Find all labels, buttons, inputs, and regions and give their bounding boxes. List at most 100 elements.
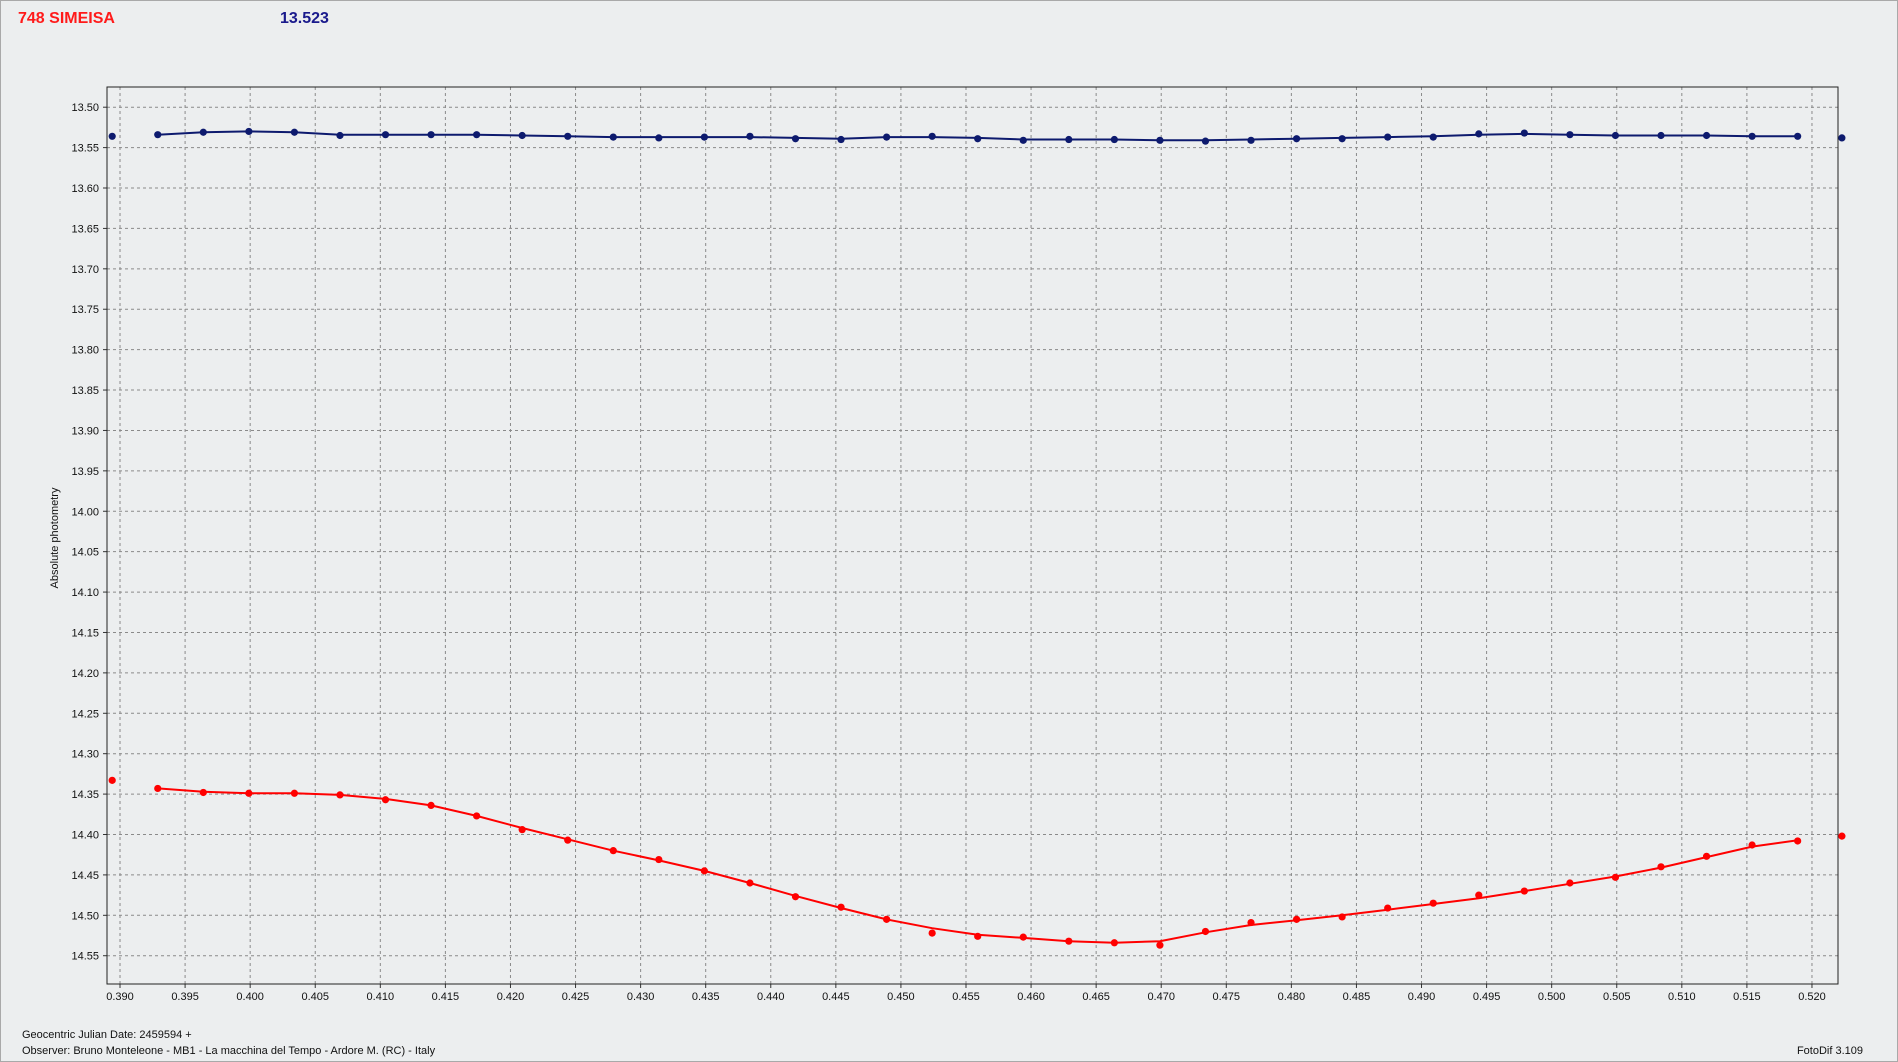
series-1-point (1794, 837, 1802, 845)
x-tick-label: 0.475 (1213, 991, 1241, 1003)
series-0-point (1156, 136, 1164, 144)
julian-date-label: Geocentric Julian Date: 2459594 + (22, 1029, 192, 1041)
x-tick-label: 0.415 (432, 991, 460, 1003)
x-tick-label: 0.480 (1278, 991, 1306, 1003)
light-curve-chart: 13.50 13.55 13.60 13.65 13.70 13.75 13.80 13.85… (49, 86, 1846, 1003)
x-tick-label: 0.395 (171, 991, 199, 1003)
series-0-point (791, 135, 800, 143)
plot-area (107, 87, 1838, 984)
x-tick-label: 0.400 (236, 991, 264, 1003)
series-0-point (1657, 131, 1665, 140)
series-0-point (290, 128, 299, 136)
series-1-point (1475, 891, 1483, 899)
series-1-point (1065, 937, 1073, 945)
y-tick-label: 14.50 (71, 910, 99, 922)
series-0-point (928, 132, 936, 140)
series-0-point (245, 127, 253, 136)
series-0-point (518, 131, 526, 140)
series-0-point (1702, 131, 1711, 140)
y-tick-label: 13.50 (71, 102, 99, 114)
series-1-point (609, 847, 617, 855)
y-tick-label: 13.70 (71, 264, 99, 276)
series-1-point (290, 789, 299, 797)
series-1-point (1520, 887, 1528, 895)
x-tick-label: 0.495 (1473, 991, 1501, 1003)
series-0-point (974, 135, 982, 143)
x-tick-label: 0.390 (106, 991, 134, 1003)
x-tick-label: 0.490 (1408, 991, 1436, 1003)
series-1-point (746, 879, 754, 887)
series-0-point (1475, 130, 1483, 138)
series-1-point (427, 801, 435, 810)
series-0-point (1247, 136, 1255, 144)
x-tick-label: 0.510 (1668, 991, 1696, 1003)
series-1-point (1611, 873, 1620, 881)
series-0-point (381, 131, 390, 139)
series-1-point (974, 932, 982, 940)
x-tick-label: 0.435 (692, 991, 720, 1003)
y-tick-label: 13.75 (71, 304, 99, 316)
series-0-point (1838, 134, 1846, 142)
y-tick-label: 14.55 (71, 951, 99, 963)
y-tick-label: 14.35 (71, 789, 99, 801)
series-1-point (1110, 939, 1118, 947)
series-0-point (1566, 131, 1574, 139)
series-1-point (564, 836, 572, 844)
series-0-point (1201, 137, 1210, 145)
series-1-point (1702, 852, 1711, 860)
x-tick-label: 0.515 (1733, 991, 1761, 1003)
series-0-point (655, 134, 663, 142)
series-0-point (837, 135, 845, 144)
x-tick-label: 0.425 (562, 991, 590, 1003)
y-tick-label: 14.20 (71, 668, 99, 680)
y-axis-label: Absolute photometry (49, 487, 61, 588)
version-label: FotoDif 3.109 (1796, 1045, 1863, 1057)
series-0-point (427, 131, 435, 139)
series-0-point (1520, 129, 1528, 137)
y-tick-label: 14.15 (71, 627, 99, 639)
y-tick-label: 13.60 (71, 183, 99, 195)
series-0-point (1748, 132, 1756, 140)
series-1-point (154, 784, 162, 793)
series-1-point (1156, 941, 1164, 949)
series-1-point (1019, 933, 1027, 941)
y-tick-label: 13.95 (71, 466, 99, 478)
series-0-point (473, 131, 481, 139)
x-tick-label: 0.405 (301, 991, 329, 1003)
observer-label: Observer: Bruno Monteleone - MB1 - La ma… (22, 1045, 436, 1057)
series-1-point (1384, 904, 1392, 912)
y-tick-label: 14.10 (71, 587, 99, 599)
x-tick-label: 0.465 (1082, 991, 1110, 1003)
series-0-point (1338, 135, 1346, 143)
series-1-point (473, 812, 481, 820)
x-tick-label: 0.420 (497, 991, 525, 1003)
series-1-point (1429, 899, 1437, 907)
y-tick-label: 14.30 (71, 749, 99, 761)
x-tick-label: 0.520 (1798, 991, 1826, 1003)
series-1-point (1748, 841, 1756, 849)
series-1-point (928, 929, 936, 937)
y-tick-label: 13.85 (71, 385, 99, 397)
series-0-point (1065, 135, 1073, 144)
series-1-point (1247, 918, 1255, 927)
series-1-point (108, 776, 116, 784)
series-1-point (883, 915, 891, 923)
x-tick-label: 0.455 (952, 991, 980, 1003)
y-tick-label: 14.40 (71, 830, 99, 842)
series-0-point (108, 132, 116, 140)
x-tick-label: 0.460 (1017, 991, 1045, 1003)
x-tick-label: 0.505 (1603, 991, 1631, 1003)
y-tick-label: 13.65 (71, 223, 99, 235)
series-1-point (655, 855, 663, 864)
series-0-point (1019, 136, 1027, 144)
series-1-point (1338, 913, 1346, 921)
x-tick-label: 0.440 (757, 991, 785, 1003)
series-0-point (1429, 133, 1437, 141)
x-tick-label: 0.470 (1147, 991, 1175, 1003)
series-0-point (564, 132, 572, 140)
series-0-point (1384, 133, 1392, 141)
series-1-point (1292, 915, 1301, 923)
series-1-point (199, 788, 207, 797)
series-1-point (381, 796, 390, 804)
series-1-point (1201, 927, 1210, 936)
